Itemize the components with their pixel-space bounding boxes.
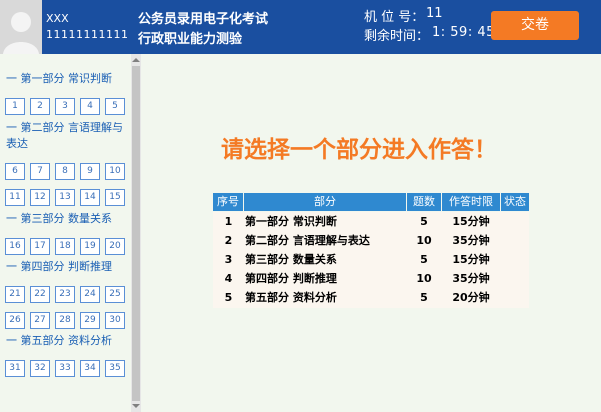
row-status xyxy=(501,288,529,307)
question-button[interactable]: 10 xyxy=(105,163,125,180)
question-button[interactable]: 16 xyxy=(5,238,25,255)
row-index: 5 xyxy=(224,291,233,304)
question-button[interactable]: 23 xyxy=(55,286,75,303)
row-status xyxy=(501,231,529,250)
row-question-count: 5 xyxy=(420,291,428,304)
question-button[interactable]: 27 xyxy=(30,312,50,329)
question-button[interactable]: 34 xyxy=(80,360,100,377)
row-question-count: 5 xyxy=(420,253,428,266)
timer-label: 剩余时间： xyxy=(364,29,430,44)
question-button[interactable]: 7 xyxy=(30,163,50,180)
candidate-name: XXX xyxy=(46,12,69,25)
section-title-1[interactable]: 一 第一部分 常识判断 xyxy=(6,71,126,87)
table-body: 1 第一部分 常识判断 5 15分钟 2 第二部分 言语理解与表达 10 35分钟 3 第三部分 … xyxy=(213,212,529,308)
row-index: 4 xyxy=(224,272,233,285)
question-button[interactable]: 6 xyxy=(5,163,25,180)
question-button[interactable]: 3 xyxy=(55,98,75,115)
question-button[interactable]: 25 xyxy=(105,286,125,303)
avatar xyxy=(0,0,42,54)
question-button[interactable]: 15 xyxy=(105,189,125,206)
question-button[interactable]: 22 xyxy=(30,286,50,303)
table-row[interactable]: 1 第一部分 常识判断 5 15分钟 xyxy=(213,212,529,231)
exam-subject: 行政职业能力测验 xyxy=(138,32,243,47)
triangle-down-icon[interactable] xyxy=(131,402,141,410)
question-button[interactable]: 32 xyxy=(30,360,50,377)
question-button[interactable]: 5 xyxy=(105,98,125,115)
question-button[interactable]: 13 xyxy=(55,189,75,206)
row-index: 2 xyxy=(224,234,233,247)
question-button[interactable]: 28 xyxy=(55,312,75,329)
question-button[interactable]: 35 xyxy=(105,360,125,377)
triangle-up-icon[interactable] xyxy=(131,56,141,64)
scrollbar-thumb[interactable] xyxy=(132,66,140,401)
question-button[interactable]: 1 xyxy=(5,98,25,115)
question-button[interactable]: 2 xyxy=(30,98,50,115)
row-status xyxy=(501,212,529,231)
question-button[interactable]: 21 xyxy=(5,286,25,303)
question-button[interactable]: 24 xyxy=(80,286,100,303)
row-section-name: 第五部分 资料分析 xyxy=(245,291,337,304)
row-section-name: 第四部分 判断推理 xyxy=(245,272,337,285)
header-count: 题数 xyxy=(407,193,442,211)
question-button[interactable]: 8 xyxy=(55,163,75,180)
seat-label: 机 位 号： xyxy=(364,10,425,25)
row-time-limit: 20分钟 xyxy=(452,291,490,304)
row-question-count: 10 xyxy=(416,234,432,247)
question-button[interactable]: 33 xyxy=(55,360,75,377)
question-button[interactable]: 17 xyxy=(30,238,50,255)
sidebar-scrollbar[interactable] xyxy=(131,54,141,412)
row-question-count: 5 xyxy=(420,215,428,228)
row-section-name: 第一部分 常识判断 xyxy=(245,215,337,228)
question-button[interactable]: 26 xyxy=(5,312,25,329)
question-navigator: 一 第一部分 常识判断 1 2 3 4 5 一 第二部分 言语理解与表达 6 7 8 9 10 11 12… xyxy=(0,54,131,412)
question-button[interactable]: 4 xyxy=(80,98,100,115)
row-time-limit: 35分钟 xyxy=(452,272,490,285)
row-section-name: 第三部分 数量关系 xyxy=(245,253,337,266)
question-button[interactable]: 9 xyxy=(80,163,100,180)
table-row[interactable]: 3 第三部分 数量关系 5 15分钟 xyxy=(213,250,529,269)
question-button[interactable]: 31 xyxy=(5,360,25,377)
select-section-prompt: 请选择一个部分进入作答！ xyxy=(221,137,497,163)
section-title-5[interactable]: 一 第五部分 资料分析 xyxy=(6,333,126,349)
row-time-limit: 15分钟 xyxy=(452,253,490,266)
header-index: 序号 xyxy=(213,193,244,211)
row-question-count: 10 xyxy=(416,272,432,285)
question-button[interactable]: 11 xyxy=(5,189,25,206)
header-status: 状态 xyxy=(504,195,526,208)
header-section: 部分 xyxy=(244,193,407,211)
top-bar: XXX 11111111111 公务员录用电子化考试 行政职业能力测验 机 位 … xyxy=(0,0,601,54)
candidate-id: 11111111111 xyxy=(46,28,129,41)
section-title-2[interactable]: 一 第二部分 言语理解与表达 xyxy=(6,120,126,152)
question-button[interactable]: 14 xyxy=(80,189,100,206)
table-row[interactable]: 5 第五部分 资料分析 5 20分钟 xyxy=(213,288,529,307)
remaining-time: 1: 59: 45 xyxy=(432,25,495,40)
table-header: 序号 部分 题数 作答时限 状态 xyxy=(213,193,529,211)
row-index: 3 xyxy=(224,253,233,266)
submit-button[interactable]: 交卷 xyxy=(491,11,579,40)
question-button[interactable]: 20 xyxy=(105,238,125,255)
table-row[interactable]: 4 第四部分 判断推理 10 35分钟 xyxy=(213,269,529,288)
row-section-name: 第二部分 言语理解与表达 xyxy=(245,234,370,247)
table-row[interactable]: 2 第二部分 言语理解与表达 10 35分钟 xyxy=(213,231,529,250)
user-silhouette-icon xyxy=(0,0,42,54)
question-button[interactable]: 19 xyxy=(80,238,100,255)
row-time-limit: 15分钟 xyxy=(452,215,490,228)
row-index: 1 xyxy=(224,215,233,228)
exam-title: 公务员录用电子化考试 xyxy=(138,12,269,27)
section-title-4[interactable]: 一 第四部分 判断推理 xyxy=(6,259,126,275)
header-time-limit: 作答时限 xyxy=(442,193,501,211)
question-button[interactable]: 29 xyxy=(80,312,100,329)
section-title-3[interactable]: 一 第三部分 数量关系 xyxy=(6,211,126,227)
row-status xyxy=(501,250,529,269)
question-button[interactable]: 12 xyxy=(30,189,50,206)
question-button[interactable]: 30 xyxy=(105,312,125,329)
row-time-limit: 35分钟 xyxy=(452,234,490,247)
question-button[interactable]: 18 xyxy=(55,238,75,255)
row-status xyxy=(501,269,529,288)
seat-number: 11 xyxy=(426,6,443,21)
